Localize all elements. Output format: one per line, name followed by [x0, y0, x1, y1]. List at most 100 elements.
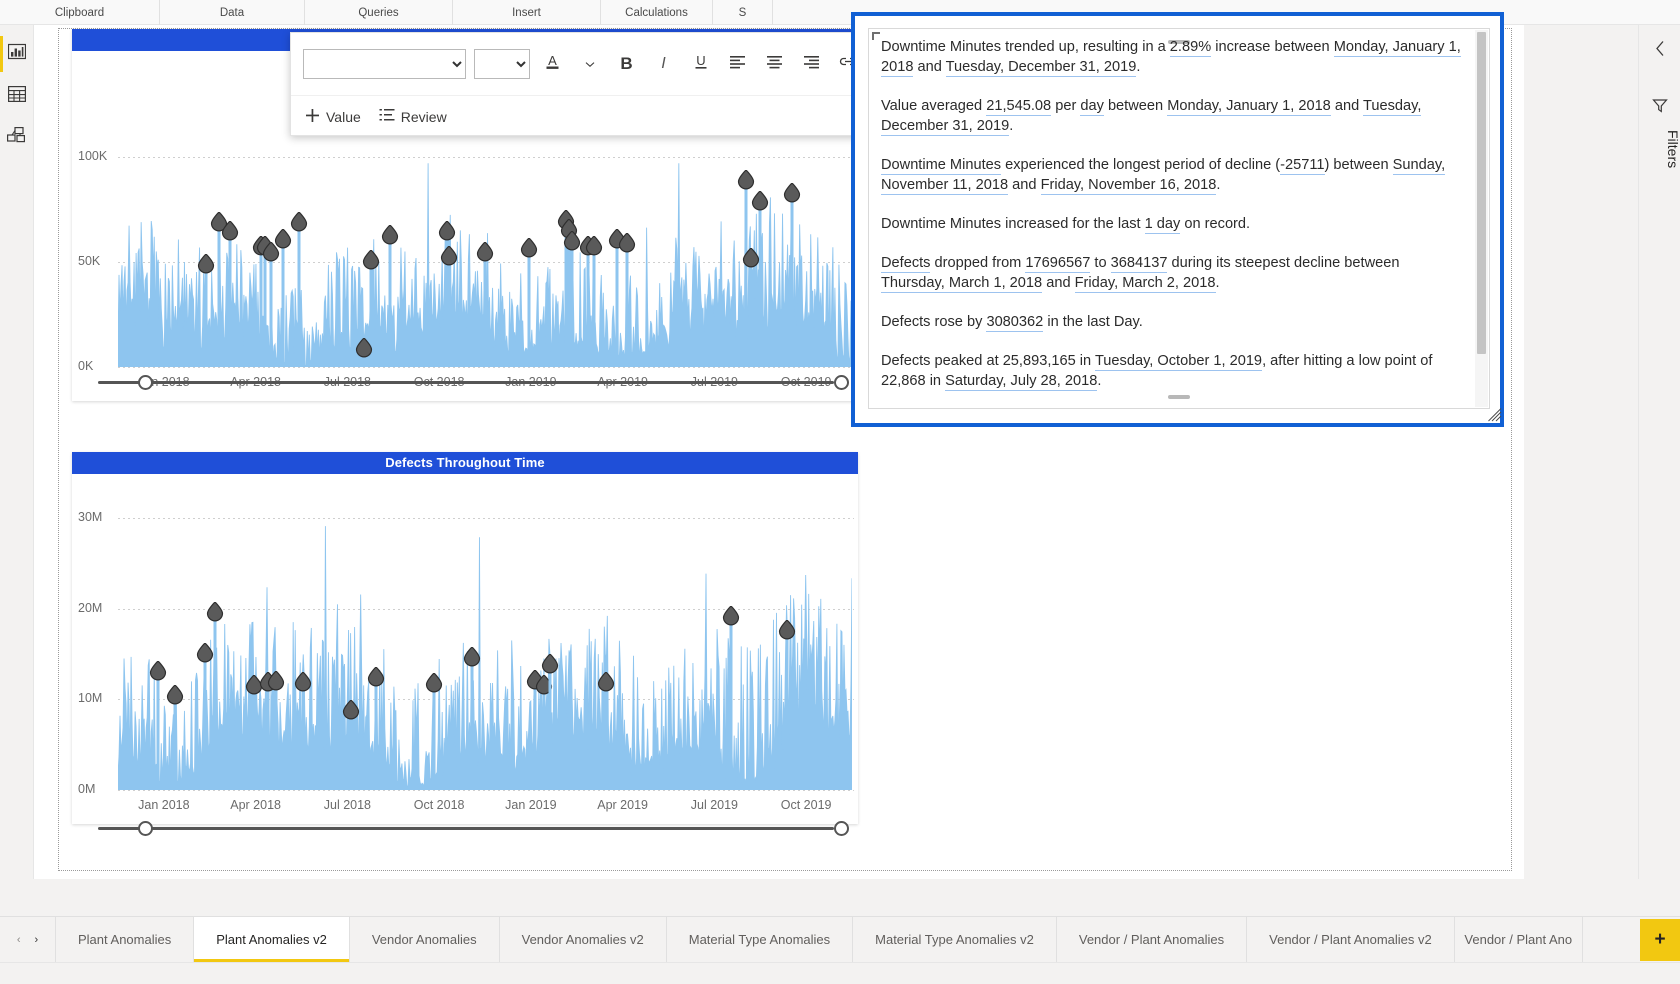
sidebar-item-model-view[interactable]	[0, 117, 34, 159]
sidebar-item-report-view[interactable]	[0, 33, 34, 75]
narrative-field-token[interactable]: 21,545.08	[986, 98, 1052, 116]
anomaly-marker[interactable]	[752, 190, 769, 211]
anomaly-marker[interactable]	[267, 669, 284, 691]
anomaly-marker[interactable]	[779, 619, 796, 640]
anomaly-marker[interactable]	[737, 169, 754, 190]
anomaly-marker[interactable]	[294, 671, 312, 692]
anomaly-marker[interactable]	[440, 245, 458, 266]
narrative-field-token[interactable]: 2.89%	[1169, 39, 1212, 57]
page-tab-vendor-anomalies-v2[interactable]: Vendor Anomalies v2	[499, 917, 667, 962]
anomaly-marker[interactable]	[463, 646, 480, 667]
anomaly-stem	[388, 241, 392, 367]
font-color-button[interactable]: A	[538, 49, 567, 79]
anomaly-marker[interactable]	[221, 219, 238, 241]
anomaly-marker[interactable]	[355, 337, 372, 358]
anomaly-marker[interactable]	[275, 228, 292, 249]
anomaly-stem	[586, 251, 590, 367]
narrative-field-token[interactable]: Monday, January 1, 2018	[1167, 98, 1331, 116]
narrative-field-token[interactable]: 1 day	[1144, 216, 1181, 234]
underline-button[interactable]: U	[686, 49, 715, 79]
narrative-field-token[interactable]: Downtime Minutes	[881, 157, 1002, 175]
anomaly-marker[interactable]	[150, 659, 167, 681]
narrative-field-token[interactable]: 3684137	[1110, 255, 1168, 273]
page-tab-vendor-plant-ano[interactable]: Vendor / Plant Ano	[1454, 917, 1583, 962]
anomaly-marker[interactable]	[618, 232, 635, 253]
smart-narrative-content-frame[interactable]: Downtime Minutes trended up, resulting i…	[868, 28, 1490, 409]
anomaly-marker[interactable]	[167, 684, 184, 705]
narrative-static-text: per	[1051, 98, 1081, 114]
font-size-select[interactable]	[473, 49, 531, 79]
slider-knob-left[interactable]	[138, 821, 153, 836]
anomaly-marker[interactable]	[742, 247, 759, 268]
font-family-select[interactable]	[303, 49, 466, 79]
narrative-scrollbar[interactable]	[1475, 30, 1488, 407]
narrative-field-token[interactable]: Friday, March 2, 2018	[1074, 275, 1216, 293]
resize-handle-corner[interactable]	[1488, 408, 1502, 425]
page-tab-plant-anomalies[interactable]: Plant Anomalies	[56, 917, 195, 962]
narrative-field-token[interactable]: Friday, November 16, 2018	[1040, 177, 1217, 195]
anomaly-marker[interactable]	[381, 224, 398, 245]
italic-button[interactable]: I	[649, 49, 678, 79]
anomaly-marker[interactable]	[585, 234, 602, 256]
page-tab-next-button[interactable]: ›	[35, 934, 39, 946]
anomaly-marker[interactable]	[206, 600, 223, 622]
narrative-field-token[interactable]: Tuesday, December 31, 2019	[945, 59, 1137, 77]
page-tab-plant-anomalies-v2[interactable]: Plant Anomalies v2	[194, 917, 350, 962]
filters-pane-rail[interactable]: Filters	[1638, 25, 1680, 879]
anomaly-marker[interactable]	[598, 670, 615, 692]
review-button[interactable]: Review	[379, 108, 447, 125]
anomaly-marker[interactable]	[783, 182, 800, 203]
page-tab-label: Vendor / Plant Ano	[1464, 932, 1573, 947]
anomaly-marker[interactable]	[563, 230, 580, 251]
narrative-field-token[interactable]: 3080362	[986, 314, 1044, 332]
page-tab-prev-button[interactable]: ‹	[17, 934, 21, 946]
slider-knob-left[interactable]	[138, 375, 153, 390]
font-color-dropdown-button[interactable]	[575, 49, 604, 79]
smart-narrative-text[interactable]: Downtime Minutes trended up, resulting i…	[869, 29, 1475, 408]
narrative-scrollbar-thumb[interactable]	[1477, 32, 1486, 354]
y-axis-tick-label: 0M	[78, 782, 96, 796]
narrative-field-token[interactable]: Saturday, July 28, 2018	[945, 373, 1098, 391]
page-tab-material-type-anomalies-v2[interactable]: Material Type Anomalies v2	[853, 917, 1057, 962]
narrative-field-token[interactable]: -25711	[1280, 157, 1325, 175]
anomaly-marker[interactable]	[291, 211, 308, 232]
page-tab-material-type-anomalies[interactable]: Material Type Anomalies	[666, 917, 854, 962]
visual-defects-chart[interactable]: Defects Throughout Time 0M 10M 20M 30M Jan 2…	[72, 452, 858, 824]
defects-range-slider[interactable]	[86, 818, 849, 838]
sidebar-item-data-view[interactable]	[0, 75, 34, 117]
anomaly-marker[interactable]	[343, 698, 360, 720]
align-center-button[interactable]	[760, 49, 789, 79]
narrative-field-token[interactable]: 17696567	[1025, 255, 1091, 273]
expand-filters-pane-button[interactable]	[1639, 37, 1680, 63]
downtime-range-slider[interactable]	[86, 372, 849, 392]
page-tab-vendor-plant-anomalies-v2[interactable]: Vendor / Plant Anomalies v2	[1247, 917, 1455, 962]
anomaly-marker[interactable]	[541, 653, 558, 674]
anomaly-marker[interactable]	[476, 240, 494, 262]
anomaly-marker[interactable]	[722, 605, 739, 626]
narrative-field-token[interactable]: Defects	[881, 255, 931, 273]
add-value-button[interactable]: Value	[305, 108, 361, 126]
page-tab-vendor-plant-anomalies[interactable]: Vendor / Plant Anomalies	[1056, 917, 1248, 962]
narrative-field-token[interactable]: Thursday, March 1, 2018	[881, 275, 1043, 293]
add-page-button[interactable]: +	[1640, 919, 1680, 961]
filter-funnel-icon-button[interactable]	[1639, 95, 1680, 121]
anomaly-marker[interactable]	[197, 253, 215, 274]
align-right-button[interactable]	[797, 49, 826, 79]
slider-knob-right[interactable]	[834, 375, 849, 390]
anomaly-marker[interactable]	[438, 219, 455, 241]
text-format-toolbar[interactable]: A B I U Value Review	[290, 32, 863, 136]
anomaly-marker[interactable]	[520, 236, 538, 258]
anomaly-marker[interactable]	[368, 666, 385, 687]
anomaly-stem	[758, 207, 762, 367]
anomaly-marker[interactable]	[196, 641, 213, 663]
smart-narrative-visual[interactable]: Downtime Minutes trended up, resulting i…	[851, 12, 1504, 427]
bold-button[interactable]: B	[612, 49, 641, 79]
anomaly-marker[interactable]	[363, 249, 380, 270]
slider-knob-right[interactable]	[834, 821, 849, 836]
align-left-button[interactable]	[723, 49, 752, 79]
x-axis-tick-label: Jul 2018	[323, 798, 372, 812]
anomaly-marker[interactable]	[425, 672, 442, 693]
narrative-field-token[interactable]: day	[1080, 98, 1104, 116]
narrative-field-token[interactable]: Tuesday, October 1, 2019	[1094, 353, 1263, 371]
page-tab-vendor-anomalies[interactable]: Vendor Anomalies	[349, 917, 500, 962]
